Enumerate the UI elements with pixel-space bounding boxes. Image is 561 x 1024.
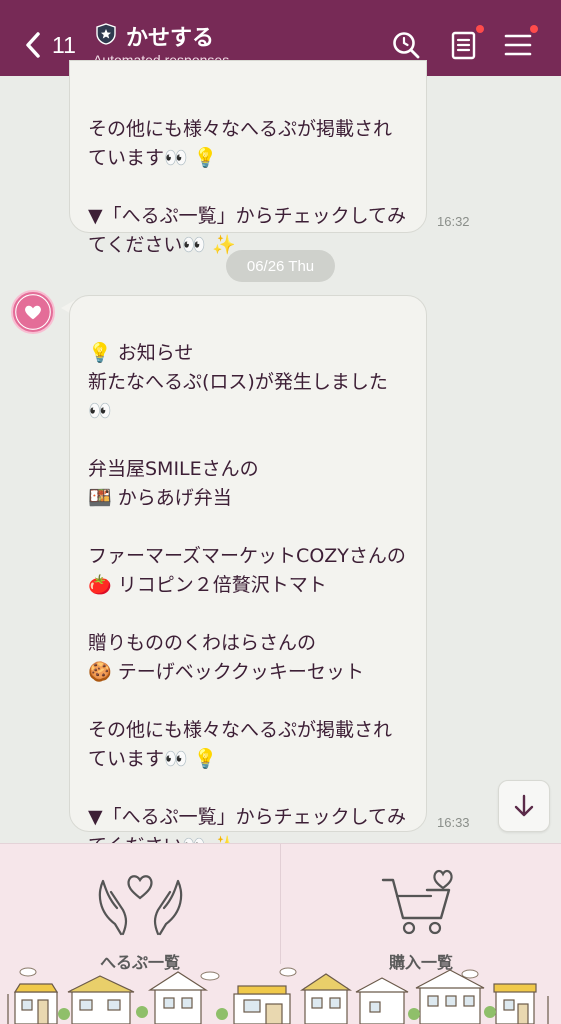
scroll-to-bottom-button[interactable] (498, 780, 550, 832)
no-loss-logo-icon (15, 294, 51, 330)
message-bubble: 💡 お知らせ 新たなへるぷ(ロス)が発生しました👀 弁当屋SMILEさんの 🍱 … (69, 295, 427, 857)
chevron-left-icon (26, 32, 40, 58)
unread-count: 11 (52, 31, 76, 58)
message-text: 💡 お知らせ 新たなへるぷ(ロス)が発生しました👀 弁当屋SMILEさんの 🍱 … (88, 342, 407, 857)
message-bubble: その他にも様々なへるぷが掲載されています👀 💡 ▼「へるぷ一覧」からチェックして… (69, 60, 427, 256)
avatar[interactable] (11, 290, 55, 334)
search-icon (393, 32, 420, 59)
message-time: 16:33 (437, 815, 470, 830)
rich-menu: へるぷ一覧 購入一覧 (0, 843, 561, 1024)
back-button[interactable]: 11 (22, 28, 82, 62)
arrow-down-icon (514, 794, 534, 817)
message-text: その他にも様々なへるぷが掲載されています👀 💡 ▼「へるぷ一覧」からチェックして… (88, 118, 407, 256)
notes-button[interactable] (449, 30, 479, 60)
notes-notification-dot (476, 25, 484, 33)
message-time: 16:32 (437, 214, 470, 229)
official-account-shield-icon (96, 23, 116, 45)
date-separator: 06/26 Thu (226, 250, 335, 282)
hamburger-menu-icon (504, 34, 532, 56)
cart-heart-icon (381, 869, 453, 935)
menu-notification-dot (530, 25, 538, 33)
notes-icon (451, 31, 476, 60)
help-list-button[interactable]: へるぷ一覧 (0, 844, 280, 974)
chat-title: かせする (126, 26, 215, 51)
town-illustration (7, 967, 549, 1024)
hands-heart-icon (98, 875, 183, 936)
menu-button[interactable] (503, 30, 533, 60)
purchase-list-button[interactable]: 購入一覧 (281, 844, 561, 974)
search-button[interactable] (391, 30, 421, 60)
